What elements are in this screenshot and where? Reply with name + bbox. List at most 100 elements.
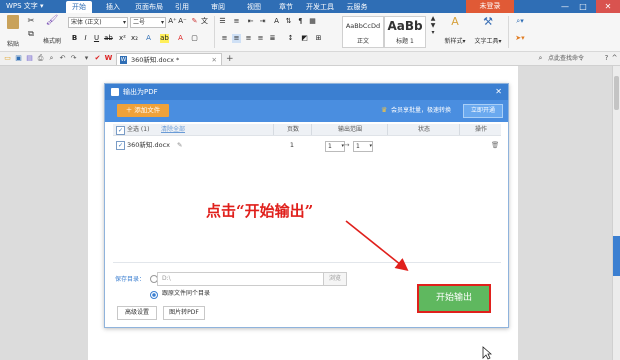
minimize-icon[interactable]: — [558, 0, 572, 13]
font-name-select[interactable]: 宋体 (正文) ▾ [68, 17, 128, 28]
same-dir-radio[interactable] [150, 291, 158, 299]
char-border-icon[interactable]: ▢ [190, 34, 199, 43]
cut-icon[interactable]: ✂ [26, 16, 36, 25]
tab-cloud[interactable]: 云服务 [342, 1, 372, 13]
add-file-button[interactable]: ＋ 添加文件 [117, 104, 169, 117]
line-spacing-icon[interactable]: ↕ [286, 34, 295, 43]
scrollbar-thumb[interactable] [614, 76, 619, 110]
bold-icon[interactable]: B [70, 34, 79, 43]
file-checkbox[interactable]: ✓ [116, 141, 125, 150]
text-tools-button[interactable]: ⚒ 文字工具▾ [472, 15, 504, 45]
distribute-icon[interactable]: ≣ [268, 34, 277, 43]
style-heading1[interactable]: AaBb 标题 1 [384, 16, 426, 48]
wps-logo-icon[interactable]: W [104, 54, 113, 63]
tab-insert[interactable]: 插入 [100, 1, 126, 13]
grow-font-icon[interactable]: A⁺ [168, 17, 177, 26]
justify-icon[interactable]: ≡ [256, 34, 265, 43]
open-icon[interactable]: ▭ [3, 54, 12, 63]
style-gallery-scroll[interactable]: ▲ ▼ ▾ [428, 15, 438, 36]
range-to-input[interactable]: 1 ▾ [353, 141, 373, 152]
save-path-input[interactable]: D:\ [157, 272, 325, 286]
chinese-layout-icon[interactable]: A [272, 17, 281, 26]
format-painter-button[interactable]: 🖌 格式刷 [40, 15, 64, 45]
italic-icon[interactable]: I [81, 34, 90, 43]
align-center-icon[interactable]: ≡ [232, 34, 241, 43]
find-icon[interactable]: ⌕▾ [512, 17, 528, 26]
range-from-input[interactable]: 1 ▾ [325, 141, 345, 152]
ribbon-collapse-icon[interactable]: ^ [610, 54, 619, 63]
mouse-cursor-icon [482, 346, 492, 360]
file-row: ✓ 360新知.docx ✎ 1 1 ▾ → 1 ▾ 🗑 [113, 138, 501, 153]
new-style-icon: A [451, 15, 459, 28]
undo-icon[interactable]: ↶ [58, 54, 67, 63]
align-right-icon[interactable]: ≡ [244, 34, 253, 43]
pinyin-icon[interactable]: 文 [200, 17, 209, 26]
underline-icon[interactable]: U [92, 34, 101, 43]
strikethrough-icon[interactable]: ab [104, 34, 113, 43]
new-tab-button[interactable]: + [226, 53, 234, 65]
clear-all-link[interactable]: 清除全部 [161, 124, 185, 135]
sort-icon[interactable]: ⇅ [284, 17, 293, 26]
align-left-icon[interactable]: ≡ [220, 34, 229, 43]
side-panel-tab[interactable] [613, 236, 620, 276]
range-column-header: 输出范围 [311, 124, 388, 135]
increase-indent-icon[interactable]: ⇥ [258, 17, 267, 26]
tab-developer[interactable]: 开发工具 [302, 1, 338, 13]
delete-icon[interactable]: 🗑 [491, 138, 499, 153]
file-name: 360新知.docx [127, 141, 170, 149]
tab-start[interactable]: 开始 [66, 1, 92, 13]
new-style-button[interactable]: A 新样式▾ [440, 15, 470, 45]
check-icon[interactable]: ✔ [93, 54, 102, 63]
tab-review[interactable]: 审阅 [206, 1, 230, 13]
search-icon[interactable]: ⌕ [536, 54, 545, 63]
clear-format-icon[interactable]: ✎ [190, 17, 199, 26]
table-icon[interactable]: ▦ [308, 17, 317, 26]
activate-vip-button[interactable]: 立即开通 [463, 104, 503, 118]
font-effect-icon[interactable]: A [144, 34, 153, 43]
print-preview-icon[interactable]: ⌕ [47, 54, 56, 63]
font-color-icon[interactable]: A [176, 34, 185, 43]
style-normal[interactable]: AaBbCcDd 正文 [342, 16, 384, 48]
subscript-icon[interactable]: x₂ [130, 34, 139, 43]
maximize-icon[interactable]: □ [576, 0, 590, 13]
app-menu-button[interactable]: WPS 文字 ▾ [2, 1, 48, 12]
shading-icon[interactable]: ◩ [300, 34, 309, 43]
close-icon[interactable]: ✕ [495, 87, 502, 97]
bullets-icon[interactable]: ☰ [218, 17, 227, 26]
borders-icon[interactable]: ⊞ [314, 34, 323, 43]
vertical-scrollbar[interactable] [612, 66, 620, 360]
select-icon[interactable]: ➤▾ [512, 34, 528, 43]
advanced-settings-button[interactable]: 高级设置 [117, 306, 157, 320]
edit-icon[interactable]: ✎ [177, 138, 182, 153]
font-size-select[interactable]: 二号 ▾ [130, 17, 166, 28]
show-marks-icon[interactable]: ¶ [296, 17, 305, 26]
tab-chapter[interactable]: 章节 [274, 1, 298, 13]
find-command-box[interactable]: 点此查找命令 [548, 54, 584, 63]
redo-icon[interactable]: ↷ [69, 54, 78, 63]
start-export-button[interactable]: 开始输出 [417, 284, 491, 313]
superscript-icon[interactable]: x² [118, 34, 127, 43]
decrease-indent-icon[interactable]: ⇤ [246, 17, 255, 26]
tab-references[interactable]: 引用 [170, 1, 194, 13]
tab-page-layout[interactable]: 页面布局 [132, 1, 166, 13]
print-icon[interactable]: ⎙ [36, 54, 45, 63]
save-dir-label: 保存目录： [115, 276, 146, 283]
customize-icon[interactable]: ▾ [82, 54, 91, 63]
tab-view[interactable]: 视图 [242, 1, 266, 13]
copy-icon[interactable]: ⧉ [26, 29, 36, 39]
close-icon[interactable]: ✕ [596, 0, 620, 13]
numbering-icon[interactable]: ≡ [232, 17, 241, 26]
file-table-header: ✓ 全选 (1) 清除全部 页数 输出范围 状态 操作 [113, 124, 501, 136]
plus-icon: ＋ [125, 106, 135, 114]
dialog-title-bar: 输出为PDF ✕ [105, 84, 508, 100]
image-to-pdf-button[interactable]: 图片转PDF [163, 306, 205, 320]
save-icon[interactable]: ▣ [14, 54, 23, 63]
highlight-icon[interactable]: ab [160, 34, 169, 43]
login-button[interactable]: 未登录 [466, 0, 514, 13]
paste-button[interactable]: 粘贴 [4, 15, 22, 48]
shrink-font-icon[interactable]: A⁻ [178, 17, 187, 26]
select-all-checkbox[interactable]: ✓ [116, 126, 125, 135]
close-tab-icon[interactable]: ✕ [212, 54, 217, 66]
document-tab[interactable]: W 360新知.docx * ✕ [116, 53, 222, 65]
output-pdf-icon[interactable]: ▤ [25, 54, 34, 63]
